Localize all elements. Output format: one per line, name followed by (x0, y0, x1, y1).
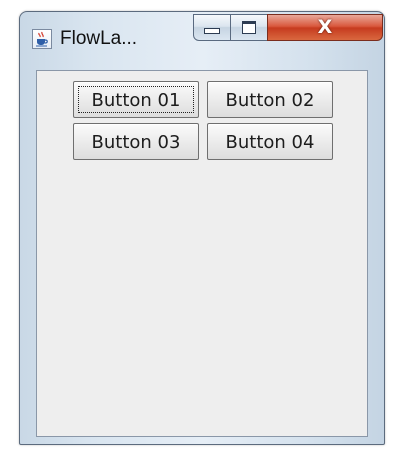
java-app-icon[interactable] (32, 29, 52, 49)
close-icon: X (317, 16, 333, 38)
button-01[interactable]: Button 01 (73, 81, 199, 118)
close-button[interactable]: X (267, 14, 383, 41)
coffee-cup-icon (36, 31, 48, 47)
button-02[interactable]: Button 02 (207, 81, 333, 118)
window-title: FlowLa... (60, 28, 138, 49)
app-window: FlowLa... X Button 01 Button 02 Button 0… (19, 11, 385, 445)
minimize-button[interactable] (193, 14, 231, 41)
content-pane: Button 01 Button 02 Button 03 Button 04 (36, 70, 368, 437)
minimize-icon (204, 27, 220, 34)
button-04[interactable]: Button 04 (207, 123, 333, 160)
title-bar[interactable]: FlowLa... X (20, 12, 384, 64)
maximize-icon (242, 21, 256, 34)
flow-layout-panel: Button 01 Button 02 Button 03 Button 04 (73, 81, 333, 160)
button-03[interactable]: Button 03 (73, 123, 199, 160)
caption-buttons: X (193, 14, 383, 43)
maximize-button[interactable] (230, 14, 268, 41)
